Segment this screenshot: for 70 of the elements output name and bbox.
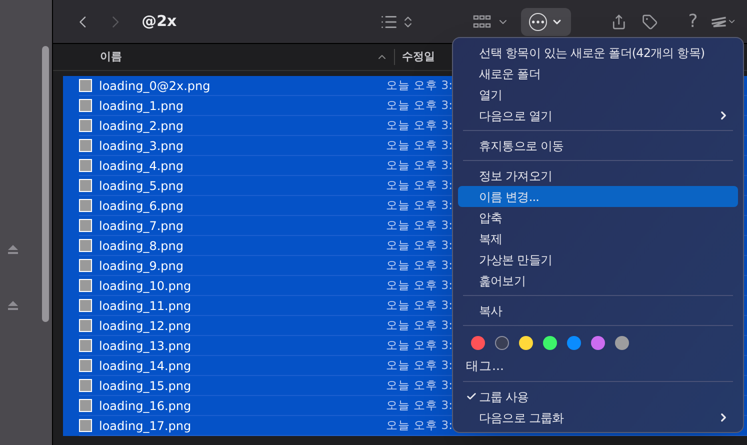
modified-date: 오늘 오후 3:	[386, 216, 453, 234]
image-file-icon	[79, 119, 92, 132]
file-name: loading_16.png	[99, 398, 192, 414]
file-name: loading_17.png	[99, 418, 192, 434]
modified-date: 오늘 오후 3:	[386, 316, 453, 334]
more-actions-button[interactable]	[520, 8, 571, 36]
file-name: loading_14.png	[99, 358, 192, 374]
image-file-icon	[79, 299, 92, 312]
image-file-icon	[79, 279, 92, 292]
modified-date: 오늘 오후 3:	[386, 376, 453, 394]
file-name: loading_1.png	[99, 98, 184, 114]
file-name: loading_3.png	[99, 138, 184, 154]
file-name: loading_0@2x.png	[99, 78, 212, 94]
image-file-icon	[79, 219, 92, 232]
squiggle-icon[interactable]	[710, 16, 728, 28]
modified-date: 오늘 오후 3:	[386, 356, 453, 374]
file-name: loading_9.png	[99, 258, 184, 274]
image-file-icon	[79, 419, 92, 432]
modified-date: 오늘 오후 3:	[386, 96, 453, 114]
image-file-icon	[79, 79, 92, 92]
file-name: loading_4.png	[99, 158, 184, 174]
file-name: loading_5.png	[99, 178, 184, 194]
file-name: loading_12.png	[99, 318, 192, 334]
help-button[interactable]: ?	[688, 8, 698, 35]
image-file-icon	[79, 359, 92, 372]
gallery-grid-icon	[472, 14, 491, 28]
tag-icon[interactable]	[642, 12, 658, 30]
image-file-icon	[79, 99, 92, 112]
menu-item[interactable]: 휴지통으로 이동	[458, 135, 738, 156]
image-file-icon	[79, 399, 92, 412]
eject-icon[interactable]	[8, 245, 18, 254]
column-header[interactable]: 이름	[100, 48, 376, 66]
share-icon[interactable]	[610, 12, 626, 30]
modified-date: 오늘 오후 3:	[386, 416, 453, 434]
modified-date: 오늘 오후 3:	[386, 156, 453, 174]
file-name: loading_6.png	[99, 198, 184, 214]
modified-date: 오늘 오후 3:	[386, 76, 453, 94]
image-file-icon	[79, 159, 92, 172]
modified-date: 오늘 오후 3:	[386, 336, 453, 354]
modified-date: 오늘 오후 3:	[386, 276, 453, 294]
image-file-icon	[79, 199, 92, 212]
column-header[interactable]: 수정일	[402, 48, 435, 66]
file-name: loading_7.png	[99, 218, 184, 234]
modified-date: 오늘 오후 3:	[386, 236, 453, 254]
modified-date: 오늘 오후 3:	[386, 396, 453, 414]
modified-date: 오늘 오후 3:	[386, 196, 453, 214]
image-file-icon	[79, 259, 92, 272]
window-title: @2x	[142, 11, 177, 32]
file-name: loading_11.png	[99, 298, 192, 314]
file-name: loading_8.png	[99, 238, 184, 254]
menu-item[interactable]: 선택 항목이 있는 새로운 폴더(42개의 항목)	[458, 42, 738, 63]
modified-date: 오늘 오후 3:	[386, 136, 453, 154]
menu-item[interactable]: 태그...	[458, 356, 738, 377]
image-file-icon	[79, 239, 92, 252]
file-name: loading_15.png	[99, 378, 192, 394]
menu-item[interactable]: 이름 변경...	[458, 186, 738, 207]
image-file-icon	[79, 339, 92, 352]
file-name: loading_10.png	[99, 278, 192, 294]
image-file-icon	[79, 139, 92, 152]
eject-icon[interactable]	[8, 301, 18, 310]
modified-date: 오늘 오후 3:	[386, 176, 453, 194]
file-name: loading_13.png	[99, 338, 192, 354]
image-file-icon	[79, 319, 92, 332]
image-file-icon	[79, 379, 92, 392]
modified-date: 오늘 오후 3:	[386, 116, 453, 134]
modified-date: 오늘 오후 3:	[386, 256, 453, 274]
modified-date: 오늘 오후 3:	[386, 296, 453, 314]
file-name: loading_2.png	[99, 118, 184, 134]
image-file-icon	[79, 179, 92, 192]
checkmark-icon	[466, 391, 477, 402]
